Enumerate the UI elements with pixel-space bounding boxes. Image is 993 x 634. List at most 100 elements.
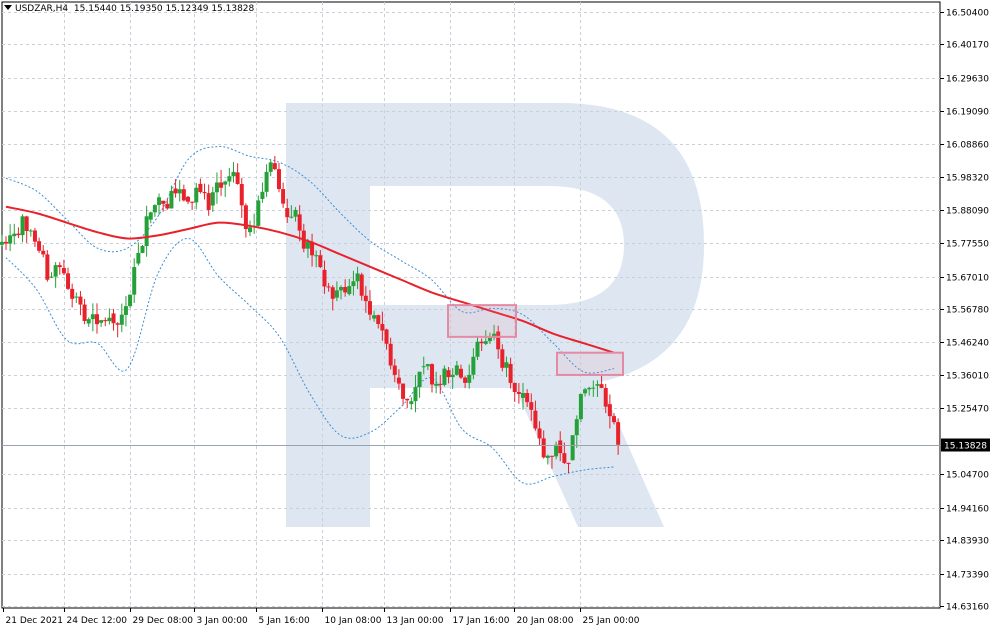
candle-bear [111, 313, 116, 324]
candle-bear [94, 314, 99, 325]
candle-bull [339, 287, 344, 291]
candle-bull [475, 341, 480, 357]
candle-bull [587, 387, 592, 390]
candle-bull [123, 306, 128, 315]
candle-bear [66, 273, 71, 289]
ohlc-values: 15.15440 15.19350 15.12349 15.13828 [73, 4, 255, 14]
y-tick-label: 14.63160 [946, 603, 989, 613]
x-tick-label: 25 Jan 00:00 [583, 616, 640, 626]
candle-bear [438, 383, 443, 385]
y-tick-label: 16.08860 [946, 141, 989, 151]
x-tick-label: 20 Jan 08:00 [517, 616, 574, 626]
x-tick-label: 17 Jan 16:00 [453, 616, 510, 626]
candle-bear [388, 343, 393, 366]
candle-bear [529, 402, 534, 410]
candle-bull [144, 216, 149, 246]
candle-bull [177, 189, 182, 194]
candle-bull [148, 212, 153, 220]
y-tick-label: 16.40170 [946, 41, 989, 51]
candle-bear [322, 269, 327, 287]
candle-bull [591, 387, 596, 389]
candle-bull [545, 455, 550, 458]
candle-bear [45, 254, 50, 280]
candle-bear [318, 255, 323, 268]
candle-bull [53, 265, 58, 277]
candle-bull [351, 281, 356, 287]
y-tick-label: 15.67010 [946, 274, 989, 284]
candle-bear [82, 304, 87, 321]
candle-bear [181, 189, 186, 201]
candle-bull [421, 366, 426, 368]
candle-bear [392, 365, 397, 375]
candle-bear [219, 182, 224, 188]
candle-bull [554, 444, 559, 457]
candle-bull [483, 341, 488, 344]
candle-bull [467, 374, 472, 383]
candle-bull [128, 294, 133, 307]
y-tick-label: 15.98320 [946, 174, 989, 184]
candle-bear [70, 288, 75, 299]
candle-bear [103, 320, 108, 322]
candle-bear [380, 324, 385, 331]
candle-bear [558, 440, 563, 454]
candle-bull [227, 176, 232, 182]
candle-bull [413, 387, 418, 402]
candle-bear [463, 377, 468, 383]
candle-bear [202, 192, 207, 194]
x-tick-label: 3 Jan 00:00 [197, 616, 249, 626]
highlight-box [556, 351, 624, 376]
symbol-label: USDZAR,H4 [15, 4, 69, 14]
candle-bull [210, 192, 215, 206]
candle-bull [90, 314, 95, 320]
candle-bear [235, 172, 240, 184]
candle-bull [169, 190, 174, 209]
candle-bear [161, 200, 166, 204]
candle-bear [239, 183, 244, 206]
y-tick-label: 15.56780 [946, 306, 989, 316]
candle-bull [152, 205, 157, 213]
candle-bear [272, 163, 277, 170]
y-tick-label: 16.29630 [946, 75, 989, 85]
candle-bear [500, 349, 505, 368]
candle-bear [363, 295, 368, 302]
collapse-triangle-icon[interactable] [4, 5, 12, 10]
candle-bull [442, 368, 447, 385]
candle-bull [132, 267, 137, 295]
candle-bull [140, 245, 145, 253]
candle-bull [157, 197, 162, 206]
candle-bull [99, 320, 104, 323]
candle-bear [41, 250, 46, 255]
candle-bear [326, 286, 331, 288]
candle-bull [260, 191, 265, 199]
y-tick-label: 16.19090 [946, 108, 989, 118]
candle-bear [198, 183, 203, 193]
candle-bear [603, 387, 608, 407]
price-chart[interactable]: 16.50400 16.40170 16.29630 16.19090 16.08860… [0, 0, 993, 630]
candle-bear [537, 428, 542, 439]
chart-area[interactable]: 16.50400 16.40170 16.29630 16.19090 16.08860… [0, 0, 993, 630]
candle-bear [405, 398, 410, 401]
y-tick-label: 15.77550 [946, 240, 989, 250]
candle-bull [8, 235, 13, 244]
y-tick-label: 16.50400 [946, 9, 989, 19]
candle-bear [173, 188, 178, 194]
x-tick-label: 24 Dec 12:00 [67, 616, 128, 626]
candle-bull [583, 389, 588, 394]
candle-bear [479, 341, 484, 344]
candle-bear [190, 201, 195, 203]
candle-bull [223, 181, 228, 185]
candle-bear [533, 410, 538, 429]
current-price-label: 15.13828 [944, 442, 987, 452]
x-tick-label: 13 Jan 00:00 [387, 616, 444, 626]
candle-bear [562, 453, 567, 463]
candle-bear [37, 241, 42, 251]
candle-bear [612, 416, 616, 423]
candle-bear [446, 370, 451, 378]
candle-bear [376, 315, 381, 325]
candle-bear [599, 384, 604, 388]
y-tick-label: 15.46240 [946, 339, 989, 349]
candle-bull [74, 296, 79, 298]
candle-bull [334, 290, 339, 298]
chart-header: USDZAR,H4 15.15440 15.19350 15.12349 15.… [4, 4, 254, 14]
candle-bear [281, 189, 286, 204]
